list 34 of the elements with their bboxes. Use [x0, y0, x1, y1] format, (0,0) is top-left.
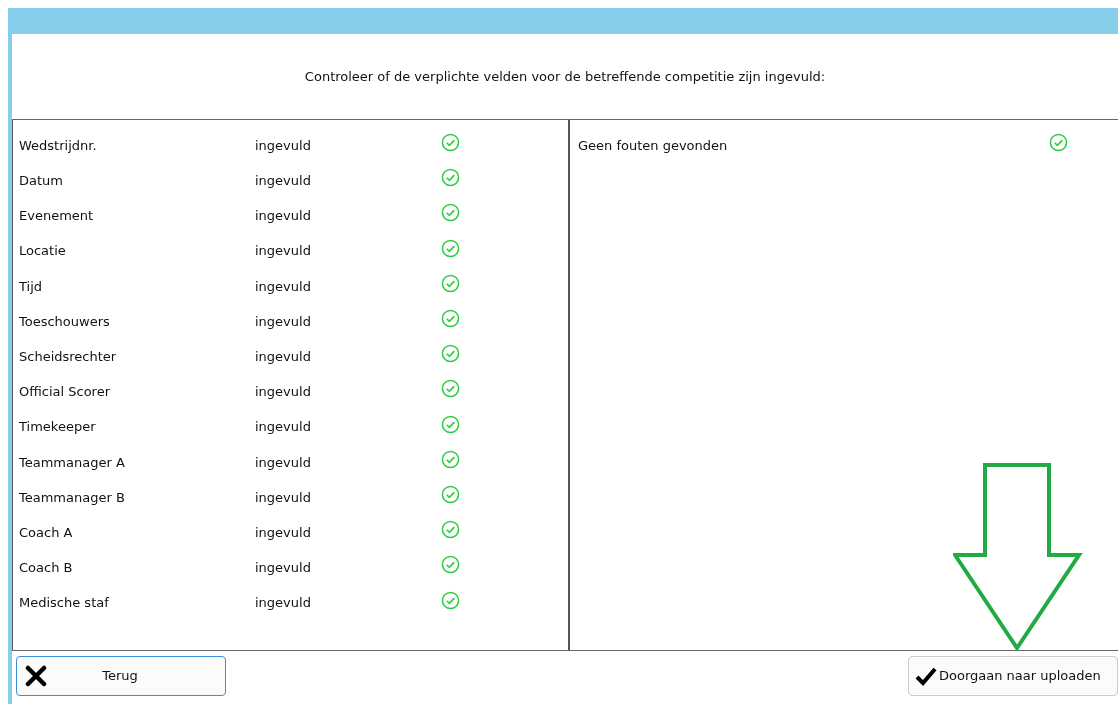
- field-status: ingevuld: [255, 488, 312, 507]
- field-status: ingevuld: [255, 207, 312, 226]
- field-label: Timekeeper: [18, 418, 97, 437]
- close-icon: [25, 665, 47, 687]
- field-status: ingevuld: [255, 242, 312, 261]
- field-label: Tijd: [18, 277, 44, 296]
- field-label: Datum: [18, 172, 64, 191]
- field-status: ingevuld: [255, 453, 312, 472]
- field-status: ingevuld: [255, 277, 312, 296]
- result-message: Geen fouten gevonden: [577, 136, 729, 155]
- field-label: Teammanager A: [18, 453, 126, 472]
- field-label: Wedstrijdnr.: [18, 136, 98, 155]
- field-status: ingevuld: [255, 383, 312, 402]
- continue-button[interactable]: Doorgaan naar uploaden: [908, 656, 1118, 696]
- field-label: Teammanager B: [18, 488, 126, 507]
- back-button[interactable]: Terug: [16, 656, 226, 696]
- field-label: Locatie: [18, 242, 67, 261]
- instruction-text: Controleer of de verplichte velden voor de betreffende competitie zijn ingevuld:: [304, 67, 826, 86]
- field-status: ingevuld: [255, 347, 312, 366]
- field-status: ingevuld: [255, 559, 312, 578]
- field-status: ingevuld: [255, 418, 312, 437]
- field-status: ingevuld: [255, 172, 312, 191]
- field-label: Official Scorer: [18, 383, 112, 402]
- field-label: Medische staf: [18, 594, 110, 613]
- checkmark-icon: [915, 666, 937, 686]
- field-label: Scheidsrechter: [18, 347, 118, 366]
- field-status: ingevuld: [255, 594, 312, 613]
- field-status: ingevuld: [255, 312, 312, 331]
- field-status: ingevuld: [255, 523, 312, 542]
- field-label: Toeschouwers: [18, 312, 111, 331]
- field-label: Coach A: [18, 523, 74, 542]
- field-label: Evenement: [18, 207, 95, 226]
- field-status: ingevuld: [255, 136, 312, 155]
- field-label: Coach B: [18, 559, 74, 578]
